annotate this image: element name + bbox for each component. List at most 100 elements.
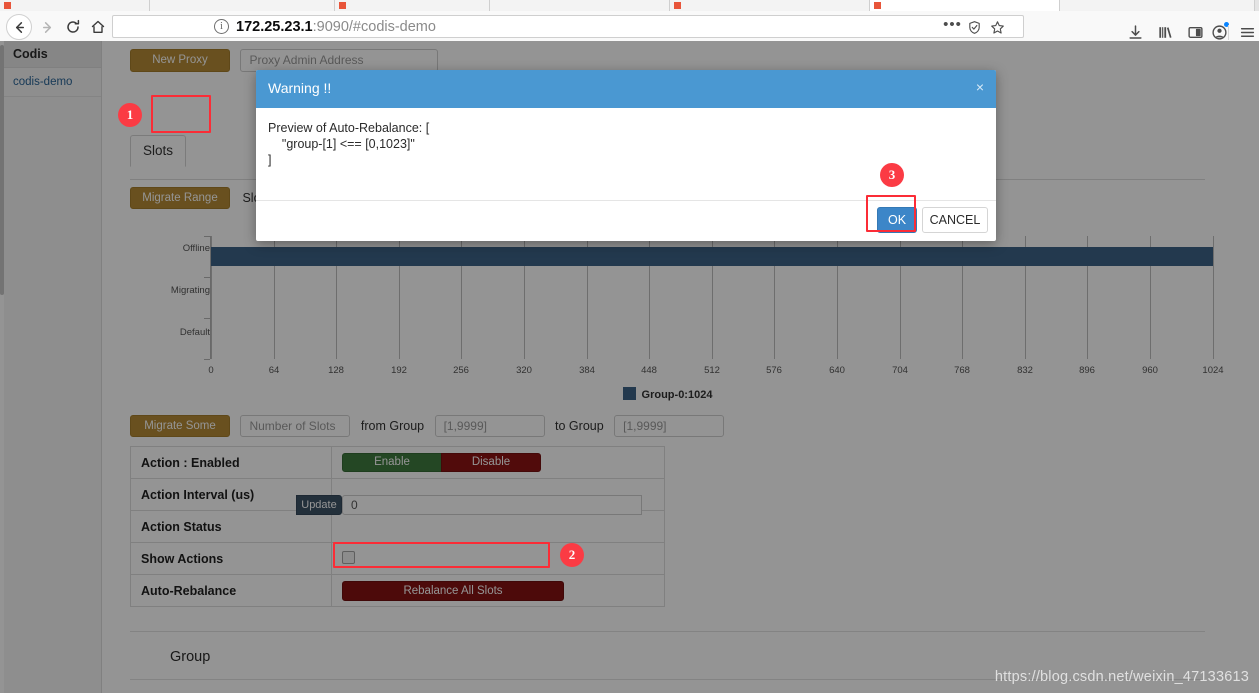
account-button[interactable] — [1208, 21, 1230, 43]
chart-legend: Group-0:1024 — [130, 387, 1205, 401]
chart-y-tick — [204, 236, 210, 237]
hamburger-menu-icon — [1240, 27, 1254, 37]
update-button[interactable]: Update — [296, 494, 342, 515]
chart-bar-group-0-offline — [211, 247, 1213, 266]
to-group-label: to Group — [555, 419, 604, 433]
table-row: Auto-Rebalance Rebalance All Slots — [130, 574, 665, 607]
chart-x-tick-label: 64 — [268, 365, 280, 376]
chart-x-tick-label: 960 — [1142, 365, 1158, 376]
slots-settings-table: Action : Enabled Enable Disable Action In… — [130, 446, 665, 607]
row-label-action-status: Action Status — [130, 510, 332, 543]
browser-tab[interactable] — [335, 0, 490, 11]
chart-y-axis: Offline Migrating Default — [130, 223, 210, 359]
table-row: Action : Enabled Enable Disable — [130, 446, 665, 479]
new-proxy-row: New Proxy Proxy Admin Address — [130, 49, 439, 72]
arrow-right-icon — [42, 21, 51, 33]
browser-tab[interactable] — [0, 0, 150, 11]
tab-slots[interactable]: Slots — [130, 135, 186, 167]
chart-x-tick-label: 192 — [391, 365, 407, 376]
sidebar-item-codis-demo[interactable]: codis-demo — [4, 68, 101, 97]
app-menu-button[interactable] — [1236, 21, 1258, 43]
from-group-label: from Group — [360, 419, 425, 433]
toolbar-separator — [1228, 25, 1229, 40]
action-interval-controls: 0 Update — [296, 478, 665, 515]
arrow-left-icon — [15, 21, 24, 33]
dialog-ok-button[interactable]: OK — [877, 207, 917, 233]
dialog-header: Warning !! × — [256, 70, 996, 108]
tab-favicon — [339, 2, 346, 9]
browser-tab-active[interactable] — [870, 0, 1060, 11]
downloads-button[interactable] — [1124, 21, 1146, 43]
migrate-some-button[interactable]: Migrate Some — [130, 415, 230, 437]
show-actions-checkbox[interactable] — [342, 550, 355, 564]
chart-legend-swatch — [622, 387, 636, 400]
star-icon[interactable] — [989, 19, 1006, 36]
show-actions-cell — [331, 542, 665, 575]
shield-icon[interactable] — [966, 19, 983, 36]
browser-navigation-bar: i 172.25.23.1:9090/#codis-demo ••• — [0, 11, 1259, 42]
download-icon — [1128, 24, 1142, 39]
chart-x-tick-label: 896 — [1079, 365, 1095, 376]
chart-y-tick — [204, 318, 210, 319]
migrate-range-button[interactable]: Migrate Range — [130, 187, 230, 209]
home-button[interactable] — [87, 16, 109, 38]
new-proxy-button[interactable]: New Proxy — [130, 49, 230, 72]
dialog-cancel-button[interactable]: CANCEL — [922, 207, 988, 233]
chart-y-tick — [204, 359, 210, 360]
sidebar-icon — [1187, 26, 1203, 38]
chart-x-tick-label: 128 — [328, 365, 344, 376]
rebalance-all-slots-button[interactable]: Rebalance All Slots — [342, 580, 564, 601]
tab-favicon — [4, 2, 11, 9]
proxy-admin-address-input[interactable]: Proxy Admin Address — [240, 49, 439, 72]
chart-plot-area — [211, 236, 1214, 359]
action-status-value — [331, 510, 665, 543]
chart-x-tick-label: 448 — [641, 365, 657, 376]
chart-y-tick-label: Default — [179, 327, 210, 338]
warning-dialog: Warning !! × Preview of Auto-Rebalance: … — [256, 70, 996, 241]
to-group-input[interactable]: [1,9999] — [614, 415, 725, 437]
ellipsis-icon[interactable]: ••• — [943, 16, 961, 33]
browser-window: i 172.25.23.1:9090/#codis-demo ••• Codis… — [0, 0, 1259, 693]
back-button[interactable] — [8, 16, 30, 38]
group-panel: Group New Group 1 Add Server Data Center… — [130, 631, 1205, 680]
browser-tab[interactable] — [1060, 0, 1255, 11]
enable-button[interactable]: Enable — [342, 453, 442, 472]
action-interval-input[interactable]: 0 — [342, 494, 642, 515]
number-of-slots-input[interactable]: Number of Slots — [240, 415, 351, 437]
info-circle-icon[interactable]: i — [214, 19, 229, 34]
migrate-range-row: Migrate Range Slot — [130, 187, 264, 209]
close-icon[interactable]: × — [976, 79, 984, 95]
disable-button[interactable]: Disable — [441, 453, 541, 472]
url-port: :9090 — [312, 19, 349, 35]
url-path: /#codis-demo — [348, 19, 436, 35]
row-label-auto-rebalance: Auto-Rebalance — [130, 574, 332, 607]
dialog-footer: OK CANCEL — [256, 201, 996, 240]
chart-x-tick-label: 704 — [892, 365, 908, 376]
sidebar-button[interactable] — [1184, 21, 1206, 43]
library-button[interactable] — [1154, 21, 1176, 43]
chart-x-tick-label: 384 — [579, 365, 595, 376]
chart-x-tick-label: 512 — [704, 365, 720, 376]
row-label-show-actions: Show Actions — [130, 542, 332, 575]
auto-rebalance-cell: Rebalance All Slots — [332, 575, 665, 607]
home-icon — [91, 20, 105, 33]
annotation-box-slots-tab — [151, 95, 211, 133]
chart-gridline — [1213, 236, 1214, 359]
row-label-action-enabled: Action : Enabled — [130, 446, 332, 479]
browser-tab[interactable] — [670, 0, 870, 11]
annotation-badge-3: 3 — [880, 163, 904, 187]
chart-x-tick-label: 1024 — [1202, 365, 1224, 376]
app-sidebar: Codis codis-demo — [4, 41, 102, 693]
dialog-title: Warning !! — [268, 80, 332, 96]
browser-tab[interactable] — [150, 0, 335, 11]
dialog-body: Preview of Auto-Rebalance: [ "group-[1] … — [256, 108, 996, 201]
page-viewport: Codis codis-demo New Proxy Proxy Admin A… — [0, 41, 1259, 693]
browser-tab[interactable] — [490, 0, 670, 11]
address-bar[interactable]: i 172.25.23.1:9090/#codis-demo ••• — [112, 15, 1024, 38]
from-group-input[interactable]: [1,9999] — [434, 415, 545, 437]
chart-y-tick-label: Migrating — [170, 285, 210, 296]
chart-legend-label: Group-0:1024 — [641, 389, 713, 401]
sidebar-header: Codis — [4, 41, 101, 68]
forward-button[interactable] — [36, 16, 58, 38]
reload-button[interactable] — [62, 16, 84, 38]
